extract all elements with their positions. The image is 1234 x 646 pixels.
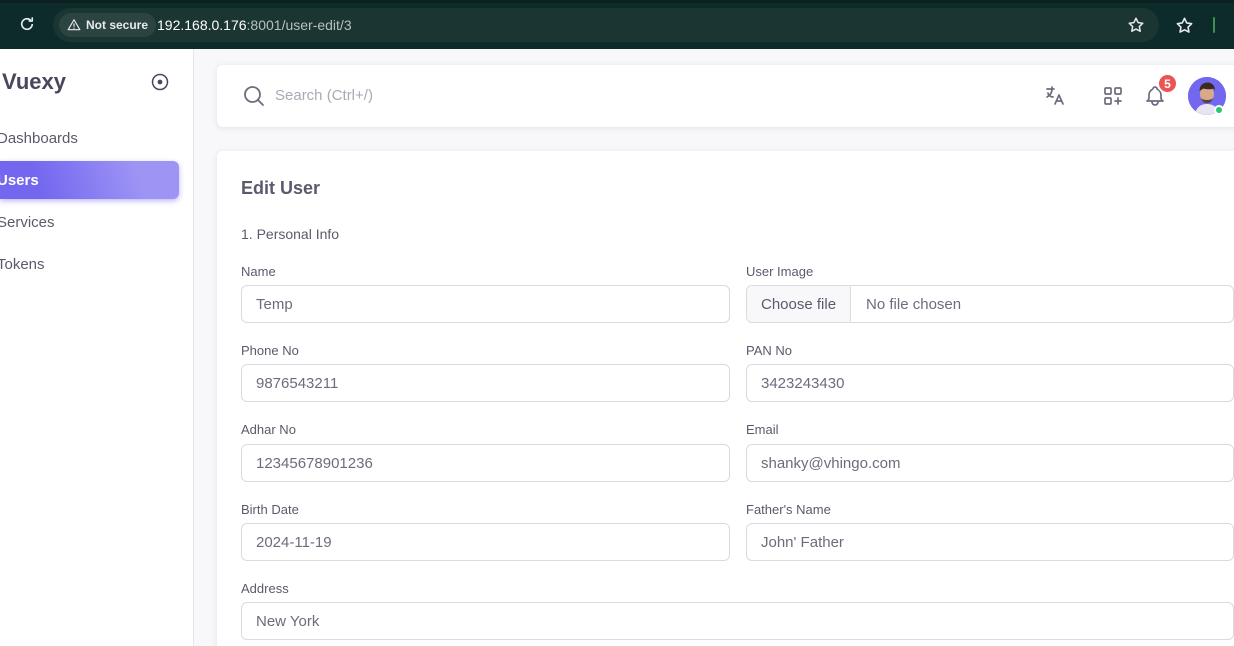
address-field[interactable]: New York (241, 602, 1234, 640)
sidebar-item-label: Users (0, 171, 39, 189)
phone-label: Phone No (241, 343, 299, 358)
address-bar[interactable]: Not secure 192.168.0.176:8001/user-edit/… (53, 8, 1159, 42)
toolbar-divider (1213, 17, 1215, 33)
adhar-field[interactable]: 12345678901236 (241, 444, 730, 482)
online-status-dot (1214, 105, 1224, 115)
father-name-label: Father's Name (746, 502, 831, 517)
adhar-label: Adhar No (241, 422, 296, 437)
url-path: :8001/user-edit/3 (246, 17, 352, 33)
sidebar-item-dashboards[interactable]: Dashboards (0, 119, 179, 157)
sidebar-item-users[interactable]: Users (0, 161, 179, 199)
warning-icon (67, 19, 81, 31)
extension-star-icon[interactable] (1175, 16, 1194, 35)
top-navbar: Search (Ctrl+/) 5 (217, 65, 1234, 127)
bookmark-star-icon[interactable] (1127, 16, 1145, 34)
section-title: 1. Personal Info (241, 226, 340, 242)
url-host: 192.168.0.176 (157, 17, 247, 33)
tab-strip (0, 0, 1234, 3)
father-name-field[interactable]: John' Father (746, 523, 1234, 561)
translate-icon[interactable] (1043, 84, 1067, 108)
search-icon[interactable] (242, 84, 266, 108)
url-text[interactable]: 192.168.0.176:8001/user-edit/3 (157, 17, 352, 33)
choose-file-button[interactable]: Choose file (747, 286, 852, 322)
brand-name[interactable]: Vuexy (2, 69, 66, 95)
pan-field[interactable]: 3423243430 (746, 364, 1234, 402)
page-title: Edit User (241, 178, 321, 198)
sidebar-item-label: Tokens (0, 255, 45, 273)
collapse-menu-icon[interactable] (150, 72, 170, 92)
birth-date-label: Birth Date (241, 502, 299, 517)
sidebar-item-label: Services (0, 213, 55, 231)
file-status-text: No file chosen (866, 295, 962, 313)
security-chip[interactable]: Not secure (59, 13, 157, 37)
user-image-field[interactable]: Choose file No file chosen (746, 285, 1234, 323)
user-image-label: User Image (746, 264, 814, 279)
search-input[interactable]: Search (Ctrl+/) (275, 87, 373, 104)
sidebar: Vuexy Dashboards Users Services Tokens (0, 49, 194, 646)
notification-badge: 5 (1157, 73, 1178, 94)
pan-label: PAN No (746, 343, 792, 358)
address-label: Address (241, 581, 289, 596)
security-label: Not secure (86, 18, 149, 32)
birth-date-field[interactable]: 2024-11-19 (241, 523, 730, 561)
email-label: Email (746, 422, 779, 437)
edit-user-card: Edit User 1. Personal Info Name Temp Use… (217, 151, 1234, 646)
reload-icon[interactable] (18, 15, 36, 33)
phone-field[interactable]: 9876543211 (241, 364, 730, 402)
name-field[interactable]: Temp (241, 285, 730, 323)
sidebar-item-tokens[interactable]: Tokens (0, 245, 179, 283)
browser-toolbar: Not secure 192.168.0.176:8001/user-edit/… (0, 0, 1234, 49)
name-label: Name (241, 264, 276, 279)
sidebar-item-services[interactable]: Services (0, 203, 179, 241)
sidebar-item-label: Dashboards (0, 129, 78, 147)
shortcuts-icon[interactable] (1101, 84, 1125, 108)
email-field[interactable]: shanky@vhingo.com (746, 444, 1234, 482)
